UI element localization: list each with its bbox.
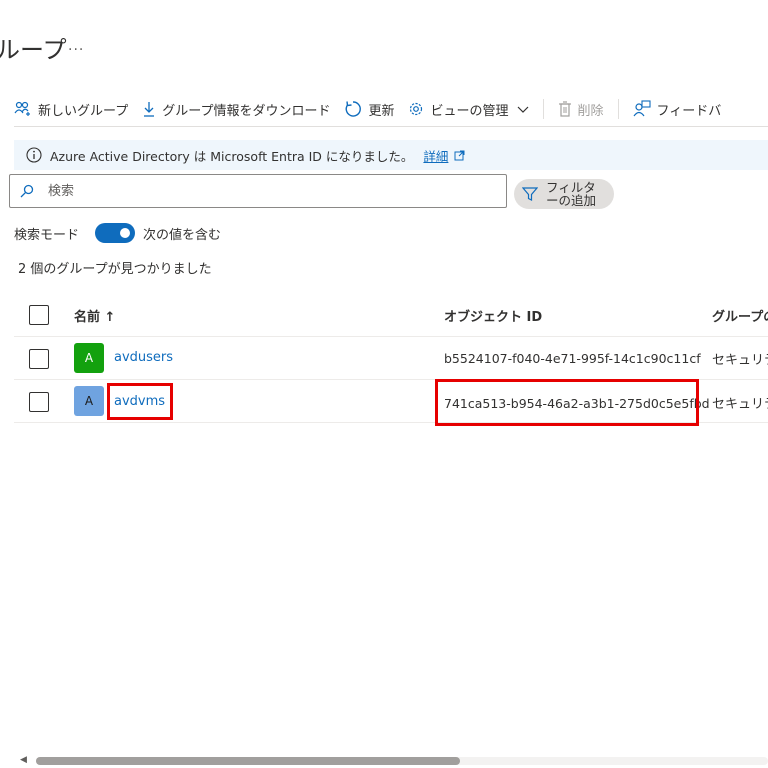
more-options-button[interactable]: ...: [68, 38, 84, 54]
filter-icon: [522, 187, 538, 201]
learn-more-link[interactable]: 詳細: [423, 146, 448, 165]
manage-view-button[interactable]: ビューの管理: [408, 100, 528, 119]
manage-view-label: ビューの管理: [430, 103, 509, 119]
page-title: ループ: [0, 36, 67, 64]
new-group-label: 新しいグループ: [38, 103, 129, 119]
trash-icon: [558, 101, 571, 117]
add-filter-button[interactable]: フィルターの追加: [514, 179, 614, 209]
groups-page: ループ ... 新しいグループ グループ情報をダウンロード 更新 ビューの管理 …: [0, 0, 768, 768]
object-id-cell: b5524107-f040-4e71-995f-14c1c90c11cf: [444, 351, 701, 366]
banner-message: Azure Active Directory は Microsoft Entra…: [50, 148, 414, 164]
chevron-down-icon: [517, 106, 528, 113]
column-header-object-id[interactable]: オブジェクト ID: [444, 306, 542, 325]
download-label: グループ情報をダウンロード: [162, 103, 331, 119]
delete-button[interactable]: 削除: [558, 100, 604, 119]
people-add-icon: [14, 101, 30, 116]
search-mode: 検索モード 次の値を含む: [14, 223, 221, 243]
horizontal-scrollbar-thumb[interactable]: [36, 757, 460, 765]
add-filter-label: フィルターの追加: [546, 180, 597, 208]
refresh-icon: [346, 101, 362, 117]
refresh-button[interactable]: 更新: [344, 100, 394, 119]
toggle-knob: [120, 228, 131, 238]
search-mode-toggle[interactable]: [95, 223, 136, 243]
feedback-button[interactable]: フィードバ: [633, 100, 722, 119]
row-checkbox[interactable]: [29, 349, 49, 369]
command-bar: 新しいグループ グループ情報をダウンロード 更新 ビューの管理 削除 フィードバ: [14, 92, 768, 126]
info-banner: Azure Active Directory は Microsoft Entra…: [14, 140, 768, 170]
feedback-person-icon: [633, 100, 651, 117]
column-header-group-type[interactable]: グループの: [712, 306, 768, 325]
group-type-cell: セキュリテ: [712, 353, 768, 368]
info-icon: [26, 147, 42, 163]
search-box[interactable]: [9, 174, 507, 208]
gear-icon: [410, 102, 423, 116]
new-group-button[interactable]: 新しいグループ: [14, 100, 128, 119]
column-header-name[interactable]: 名前 ↑: [74, 306, 115, 325]
external-link-icon[interactable]: [454, 150, 465, 161]
row-divider: [14, 336, 768, 337]
delete-label: 削除: [577, 103, 604, 119]
highlight-box-group-name: [107, 383, 173, 420]
group-avatar: A: [74, 386, 104, 416]
toolbar-divider: [542, 99, 544, 119]
row-checkbox[interactable]: [29, 392, 49, 412]
search-icon: [20, 184, 34, 198]
toolbar-divider-line: [14, 126, 768, 127]
search-mode-value: 次の値を含む: [143, 227, 222, 243]
result-count: 2 個のグループが見つかりました: [18, 262, 212, 277]
search-mode-label: 検索モード: [14, 227, 80, 243]
toolbar-divider: [617, 99, 619, 119]
refresh-label: 更新: [368, 103, 395, 119]
select-all-checkbox[interactable]: [29, 305, 49, 325]
feedback-label: フィードバ: [656, 103, 722, 119]
group-avatar: A: [74, 343, 104, 373]
download-groups-button[interactable]: グループ情報をダウンロード: [142, 100, 330, 119]
group-name-link[interactable]: avdusers: [114, 350, 173, 365]
scroll-left-arrow-icon[interactable]: ◀: [20, 755, 27, 765]
group-type-cell: セキュリテ: [712, 397, 768, 412]
search-input[interactable]: [46, 182, 470, 200]
highlight-box-object-id: [435, 379, 699, 426]
download-icon: [144, 102, 155, 117]
